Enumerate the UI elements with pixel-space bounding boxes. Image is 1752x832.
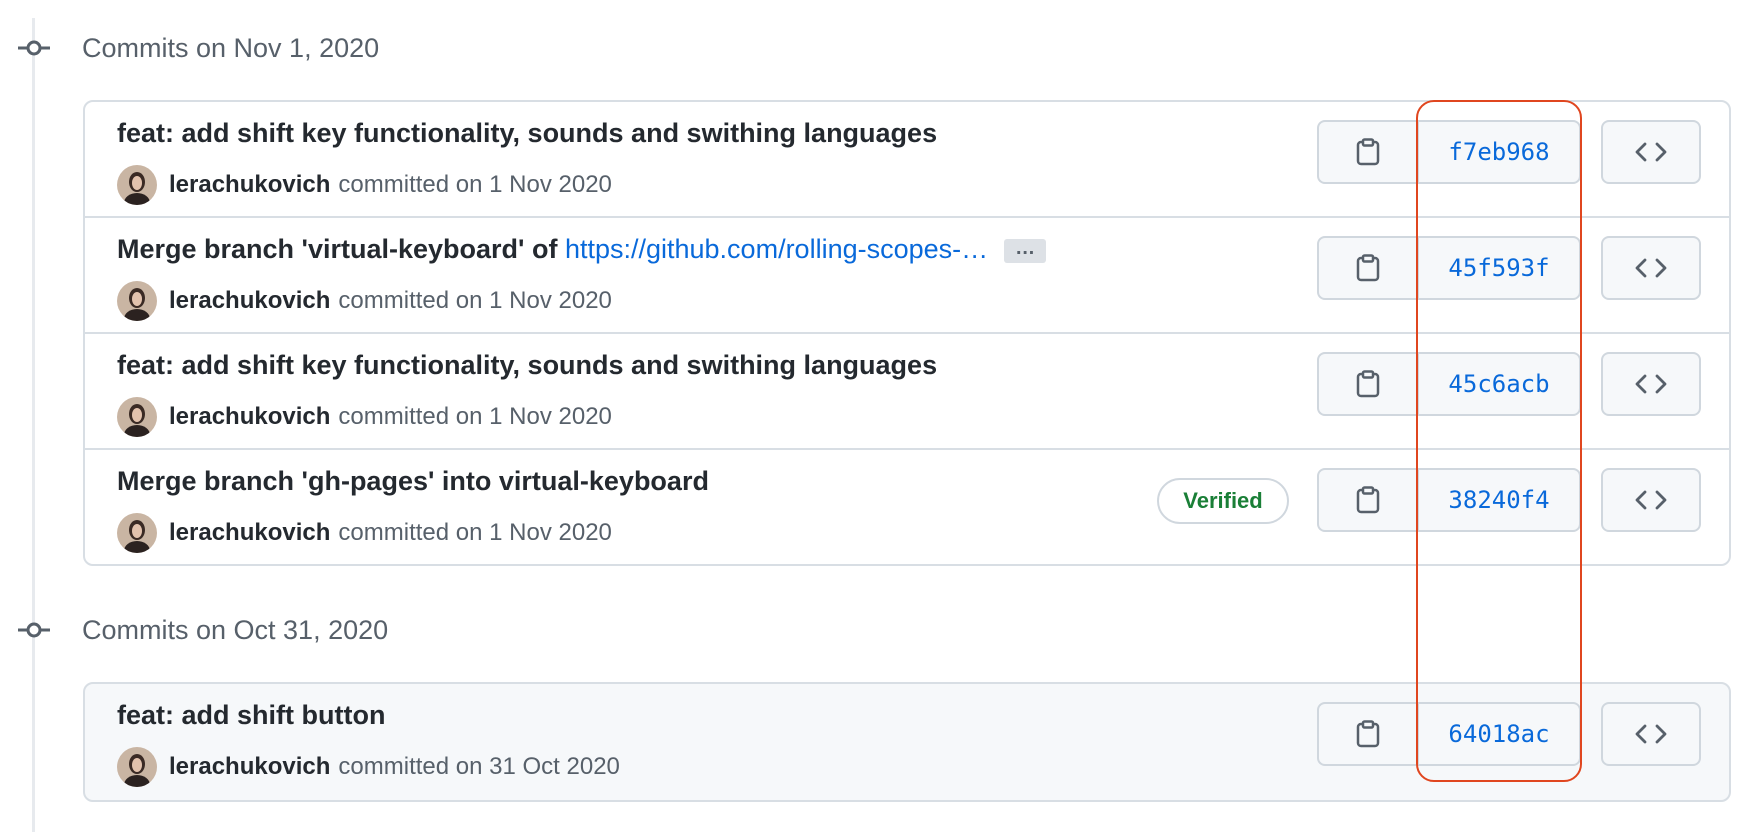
commit-message-link[interactable]: feat: add shift key functionality, sound…: [117, 118, 937, 149]
commit-list: feat: add shift key functionality, sound…: [83, 100, 1731, 566]
commit-message-link[interactable]: Merge branch 'virtual-keyboard' of: [117, 234, 565, 264]
commit-message: Merge branch 'virtual-keyboard' of https…: [117, 234, 1047, 265]
copy-sha-button[interactable]: [1317, 702, 1417, 766]
code-icon: [1635, 142, 1667, 162]
commit-date: committed on 1 Nov 2020: [338, 171, 612, 198]
commit-date: committed on 1 Nov 2020: [338, 287, 612, 314]
commit-button-group: f7eb968: [1317, 120, 1581, 184]
commit-message-link[interactable]: feat: add shift button: [117, 700, 385, 731]
commit-meta: lerachukovich committed on 1 Nov 2020: [117, 280, 612, 322]
author-link[interactable]: lerachukovich: [169, 519, 330, 547]
commit-message-link[interactable]: Merge branch 'gh-pages' into virtual-key…: [117, 466, 709, 497]
commit-sha-link[interactable]: f7eb968: [1417, 120, 1581, 184]
commit-meta: lerachukovich committed on 31 Oct 2020: [117, 746, 620, 788]
clipboard-icon: [1356, 486, 1380, 514]
avatar[interactable]: [117, 397, 157, 437]
avatar[interactable]: [117, 281, 157, 321]
commit-url-link[interactable]: https://github.com/rolling-scopes-…: [565, 234, 988, 264]
commit-meta: lerachukovich committed on 1 Nov 2020: [117, 164, 612, 206]
timeline-line: [32, 18, 35, 832]
code-icon: [1635, 724, 1667, 744]
copy-sha-button[interactable]: [1317, 468, 1417, 532]
commit-meta: lerachukovich committed on 1 Nov 2020: [117, 396, 612, 438]
commit-row: feat: add shift button lerachukovich com…: [85, 684, 1729, 800]
commit-date: committed on 1 Nov 2020: [338, 519, 612, 546]
commit-group-title: Commits on Oct 31, 2020: [82, 614, 389, 645]
git-commit-icon: [18, 622, 50, 638]
commit-sha-link[interactable]: 38240f4: [1417, 468, 1581, 532]
commit-group-title: Commits on Nov 1, 2020: [82, 32, 380, 63]
author-link[interactable]: lerachukovich: [169, 171, 330, 199]
clipboard-icon: [1356, 254, 1380, 282]
commit-message-link[interactable]: feat: add shift key functionality, sound…: [117, 350, 937, 381]
commit-sha-link[interactable]: 45f593f: [1417, 236, 1581, 300]
commit-group-header: Commits on Nov 1, 2020: [0, 28, 500, 68]
author-link[interactable]: lerachukovich: [169, 287, 330, 315]
expand-message-button[interactable]: …: [1004, 238, 1047, 263]
clipboard-icon: [1356, 720, 1380, 748]
copy-sha-button[interactable]: [1317, 120, 1417, 184]
browse-repository-button[interactable]: [1601, 702, 1701, 766]
browse-repository-button[interactable]: [1601, 120, 1701, 184]
code-icon: [1635, 258, 1667, 278]
author-link[interactable]: lerachukovich: [169, 403, 330, 431]
commit-meta: lerachukovich committed on 1 Nov 2020: [117, 512, 612, 554]
commit-date: committed on 1 Nov 2020: [338, 403, 612, 430]
avatar[interactable]: [117, 747, 157, 787]
browse-repository-button[interactable]: [1601, 236, 1701, 300]
commit-row: Merge branch 'gh-pages' into virtual-key…: [85, 450, 1729, 564]
copy-sha-button[interactable]: [1317, 352, 1417, 416]
git-commit-icon: [18, 40, 50, 56]
copy-sha-button[interactable]: [1317, 236, 1417, 300]
code-icon: [1635, 374, 1667, 394]
clipboard-icon: [1356, 138, 1380, 166]
commit-button-group: 64018ac: [1317, 702, 1581, 766]
commit-date: committed on 31 Oct 2020: [338, 753, 620, 780]
avatar[interactable]: [117, 165, 157, 205]
commit-sha-link[interactable]: 45c6acb: [1417, 352, 1581, 416]
commit-row: Merge branch 'virtual-keyboard' of https…: [85, 218, 1729, 334]
author-link[interactable]: lerachukovich: [169, 753, 330, 781]
avatar[interactable]: [117, 513, 157, 553]
commit-button-group: 38240f4: [1317, 468, 1581, 532]
commit-button-group: 45c6acb: [1317, 352, 1581, 416]
commit-sha-link[interactable]: 64018ac: [1417, 702, 1581, 766]
commit-button-group: 45f593f: [1317, 236, 1581, 300]
commit-row: feat: add shift key functionality, sound…: [85, 334, 1729, 450]
verified-badge[interactable]: Verified: [1157, 478, 1289, 524]
commit-group-header: Commits on Oct 31, 2020: [0, 610, 500, 650]
browse-repository-button[interactable]: [1601, 352, 1701, 416]
commit-list: feat: add shift button lerachukovich com…: [83, 682, 1731, 802]
code-icon: [1635, 490, 1667, 510]
commit-row: feat: add shift key functionality, sound…: [85, 102, 1729, 218]
browse-repository-button[interactable]: [1601, 468, 1701, 532]
clipboard-icon: [1356, 370, 1380, 398]
